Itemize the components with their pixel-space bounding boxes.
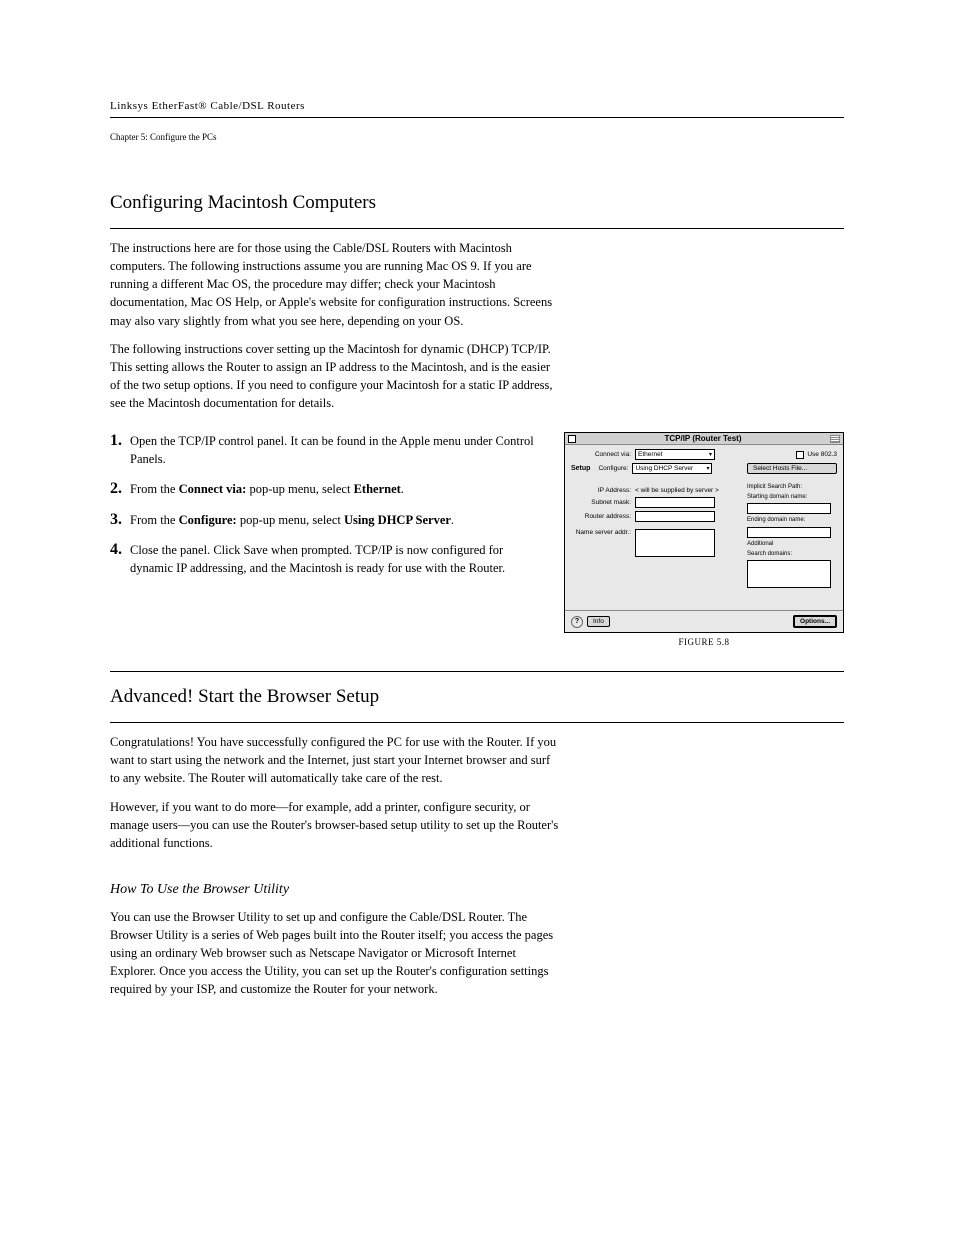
book-title: Linksys EtherFast® Cable/DSL Routers [110,100,305,112]
grow-box-icon[interactable] [830,435,840,443]
name-server-input[interactable] [635,529,715,557]
connect-via-label: Connect via: [571,451,635,458]
chevron-down-icon: ▾ [706,465,709,472]
subnet-mask-input[interactable] [635,497,715,508]
name-server-label: Name server addr.: [571,529,635,536]
subsection-title-browser: How To Use the Browser Utility [110,882,844,898]
starting-domain-input[interactable] [747,503,831,514]
divider-rule [110,671,844,672]
section-title-mac: Configuring Macintosh Computers [110,192,844,214]
select-hosts-file-button[interactable]: Select Hosts File... [747,463,837,474]
setup-label: Setup [571,465,590,472]
ending-domain-label: Ending domain name: [747,517,837,524]
section-rule [110,722,844,723]
browser-paragraph-1: You can use the Browser Utility to set u… [110,908,560,999]
chevron-down-icon: ▾ [709,451,712,458]
info-button[interactable]: Info [587,616,610,627]
router-address-label: Router address: [571,513,635,520]
help-icon[interactable]: ? [571,616,583,628]
connect-via-select[interactable]: Ethernet ▾ [635,449,715,460]
configure-label: Configure: [594,465,632,472]
step-number-3: 3. [110,511,130,529]
figure-caption: FIGURE 5.8 [564,637,844,647]
step-2-text: From the Connect via: pop-up menu, selec… [130,480,544,498]
window-titlebar: TCP/IP (Router Test) [565,433,843,445]
step-1-text: Open the TCP/IP control panel. It can be… [130,432,544,468]
intro-paragraph-1: The instructions here are for those usin… [110,239,560,330]
additional-label: Additional [747,541,837,548]
ending-domain-input[interactable] [747,527,831,538]
subnet-mask-label: Subnet mask: [571,499,635,506]
step-number-4: 4. [110,541,130,577]
starting-domain-label: Starting domain name: [747,494,837,501]
search-domains-input[interactable] [747,560,831,588]
ip-address-value: < will be supplied by server > [635,487,719,494]
chapter-label: Chapter 5: Configure the PCs [110,132,844,142]
router-address-input[interactable] [635,511,715,522]
implicit-search-path-label: Implicit Search Path: [747,484,837,491]
use-8023-checkbox[interactable]: Use 802.3 [796,451,837,459]
advanced-paragraph-1: Congratulations! You have successfully c… [110,733,560,787]
step-number-1: 1. [110,432,130,468]
window-title: TCP/IP (Router Test) [576,434,830,443]
header-rule [110,112,844,118]
advanced-paragraph-2: However, if you want to do more—for exam… [110,798,560,852]
section-title-advanced: Advanced! Start the Browser Setup [110,686,844,708]
search-domains-label: Search domains: [747,551,837,558]
step-number-2: 2. [110,480,130,498]
options-button[interactable]: Options... [793,615,837,628]
step-3-text: From the Configure: pop-up menu, select … [130,511,544,529]
ip-address-label: IP Address: [571,487,635,494]
step-4-text: Close the panel. Click Save when prompte… [130,541,544,577]
configure-select[interactable]: Using DHCP Server ▾ [632,463,712,474]
figure-5-8: TCP/IP (Router Test) Connect via: Ethern… [564,432,844,647]
close-box[interactable] [568,435,576,443]
intro-paragraph-2: The following instructions cover setting… [110,340,560,413]
section-rule [110,228,844,229]
